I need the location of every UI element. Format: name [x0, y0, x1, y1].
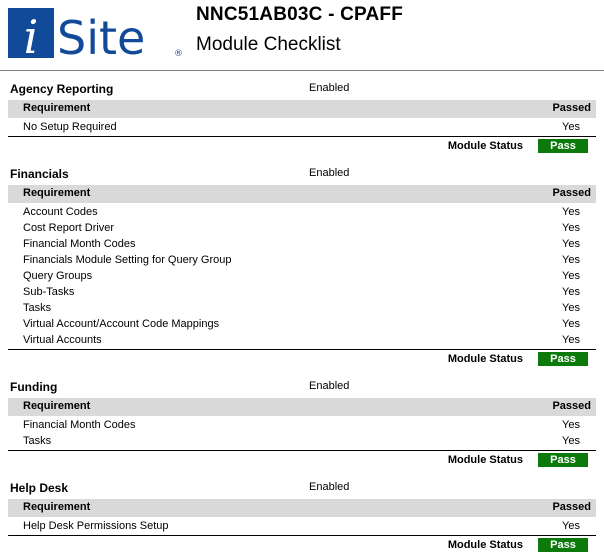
column-header-passed: Passed: [552, 187, 591, 199]
requirement-cell: Cost Report Driver: [23, 222, 115, 234]
requirement-cell: Financial Month Codes: [23, 419, 136, 431]
requirement-cell: Sub-Tasks: [23, 286, 75, 298]
status-badge: Pass: [538, 538, 588, 552]
module-section: Agency Reporting Enabled Requirement Passed…: [0, 80, 604, 155]
module-status-label: Module Status: [447, 353, 523, 365]
section-header: Financials Enabled: [0, 165, 604, 185]
table-row: Virtual Account/Account Code Mappings Yes: [8, 317, 596, 333]
module-status-label: Module Status: [447, 140, 523, 152]
requirement-cell: Virtual Accounts: [23, 334, 102, 346]
table-row: Tasks Yes: [8, 301, 596, 317]
section-header: Agency Reporting Enabled: [0, 80, 604, 100]
table-row: Cost Report Driver Yes: [8, 221, 596, 237]
logo-registered-mark: ®: [174, 49, 183, 58]
module-status-row: Module Status Pass: [8, 536, 596, 554]
report-subtitle: Module Checklist: [196, 34, 341, 55]
passed-cell: Yes: [562, 435, 580, 447]
isite-logo: i Site ®: [8, 8, 184, 58]
requirements-table: Requirement Passed Account Codes Yes Cost Re…: [8, 185, 596, 368]
requirement-cell: Tasks: [23, 435, 52, 447]
module-status-label: Module Status: [447, 539, 523, 551]
section-header: Funding Enabled: [0, 378, 604, 398]
requirements-table-header: Requirement Passed: [8, 499, 596, 517]
section-name: Help Desk: [10, 481, 69, 495]
column-header-requirement: Requirement: [23, 501, 91, 513]
table-row: Query Groups Yes: [8, 269, 596, 285]
status-badge: Pass: [538, 453, 588, 467]
isite-logo-graphic: i Site ®: [8, 8, 183, 58]
module-status-row: Module Status Pass: [8, 451, 596, 469]
requirements-rows: Account Codes Yes Cost Report Driver Yes Fin…: [8, 203, 596, 349]
module-status-label: Module Status: [447, 454, 523, 466]
requirements-table-header: Requirement Passed: [8, 185, 596, 203]
table-row: Help Desk Permissions Setup Yes: [8, 519, 596, 535]
passed-cell: Yes: [562, 520, 580, 532]
column-header-passed: Passed: [552, 102, 591, 114]
module-sections: Agency Reporting Enabled Requirement Passed…: [0, 80, 604, 554]
section-enabled-state: Enabled: [309, 82, 350, 94]
section-enabled-state: Enabled: [309, 380, 350, 392]
section-name: Financials: [10, 167, 69, 181]
table-row: Financial Month Codes Yes: [8, 418, 596, 434]
table-row: Account Codes Yes: [8, 205, 596, 221]
passed-cell: Yes: [562, 270, 580, 282]
module-section: Financials Enabled Requirement Passed Accoun…: [0, 165, 604, 368]
requirements-table-header: Requirement Passed: [8, 100, 596, 118]
column-header-passed: Passed: [552, 400, 591, 412]
module-status-row: Module Status Pass: [8, 350, 596, 368]
requirements-table: Requirement Passed No Setup Required Yes Mod…: [8, 100, 596, 155]
report-title: NNC51AB03C - CPAFF: [196, 4, 403, 25]
passed-cell: Yes: [562, 334, 580, 346]
requirements-rows: Financial Month Codes Yes Tasks Yes: [8, 416, 596, 450]
header-divider: [0, 70, 604, 71]
column-header-requirement: Requirement: [23, 400, 91, 412]
passed-cell: Yes: [562, 222, 580, 234]
requirement-cell: Virtual Account/Account Code Mappings: [23, 318, 220, 330]
module-section: Help Desk Enabled Requirement Passed Help De…: [0, 479, 604, 554]
table-row: Financial Month Codes Yes: [8, 237, 596, 253]
requirement-cell: Financials Module Setting for Query Grou…: [23, 254, 232, 266]
passed-cell: Yes: [562, 206, 580, 218]
table-row: Sub-Tasks Yes: [8, 285, 596, 301]
passed-cell: Yes: [562, 238, 580, 250]
requirement-cell: Financial Month Codes: [23, 238, 136, 250]
module-status-row: Module Status Pass: [8, 137, 596, 155]
passed-cell: Yes: [562, 318, 580, 330]
module-section: Funding Enabled Requirement Passed Financial…: [0, 378, 604, 469]
section-name: Funding: [10, 380, 58, 394]
passed-cell: Yes: [562, 286, 580, 298]
table-row: Virtual Accounts Yes: [8, 333, 596, 349]
passed-cell: Yes: [562, 121, 580, 133]
requirement-cell: Help Desk Permissions Setup: [23, 520, 169, 532]
status-badge: Pass: [538, 352, 588, 366]
page-header: i Site ® NNC51AB03C - CPAFF Module Check…: [0, 0, 604, 72]
column-header-requirement: Requirement: [23, 187, 91, 199]
passed-cell: Yes: [562, 419, 580, 431]
requirements-rows: No Setup Required Yes: [8, 118, 596, 136]
requirement-cell: Tasks: [23, 302, 52, 314]
status-badge: Pass: [538, 139, 588, 153]
requirement-cell: Query Groups: [23, 270, 93, 282]
section-enabled-state: Enabled: [309, 481, 350, 493]
requirement-cell: Account Codes: [23, 206, 98, 218]
requirements-table: Requirement Passed Help Desk Permissions S…: [8, 499, 596, 554]
logo-word-site: Site: [57, 11, 145, 58]
column-header-passed: Passed: [552, 501, 591, 513]
table-row: Financials Module Setting for Query Grou…: [8, 253, 596, 269]
section-header: Help Desk Enabled: [0, 479, 604, 499]
passed-cell: Yes: [562, 302, 580, 314]
requirement-cell: No Setup Required: [23, 121, 117, 133]
column-header-requirement: Requirement: [23, 102, 91, 114]
section-name: Agency Reporting: [10, 82, 114, 96]
table-row: Tasks Yes: [8, 434, 596, 450]
logo-letter-i: i: [24, 10, 39, 58]
requirements-table: Requirement Passed Financial Month Codes Ye…: [8, 398, 596, 469]
section-enabled-state: Enabled: [309, 167, 350, 179]
passed-cell: Yes: [562, 254, 580, 266]
table-row: No Setup Required Yes: [8, 120, 596, 136]
requirements-table-header: Requirement Passed: [8, 398, 596, 416]
requirements-rows: Help Desk Permissions Setup Yes: [8, 517, 596, 535]
